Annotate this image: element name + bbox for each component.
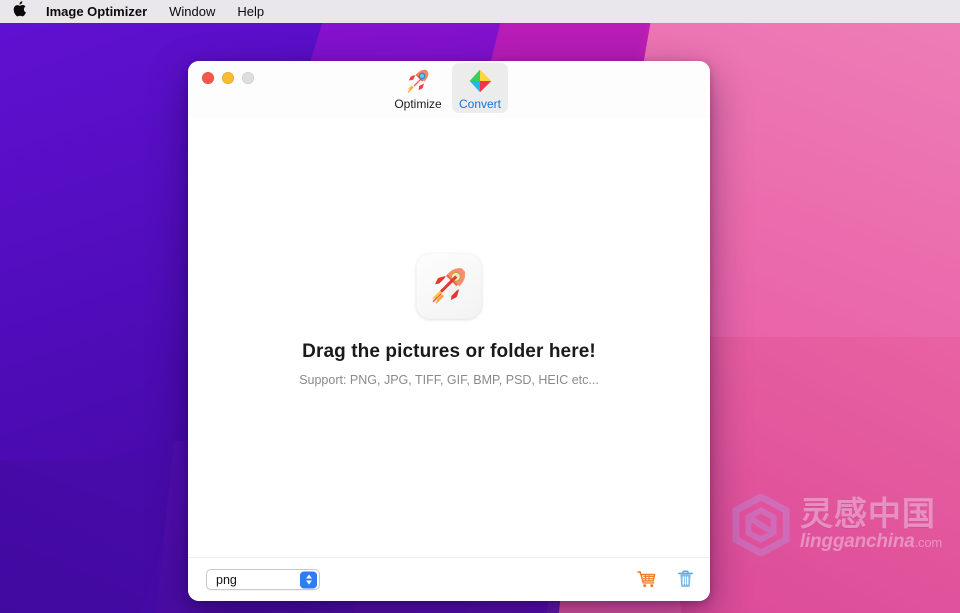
window-bottom-bar: png	[188, 557, 710, 601]
desktop: Image Optimizer Window Help 灵感中国 linggan…	[0, 0, 960, 613]
output-format-value: png	[216, 572, 237, 587]
trash-icon	[677, 570, 693, 587]
app-window: Optimize Convert Drag the pictures or fo…	[188, 61, 710, 601]
rocket-app-icon	[416, 252, 482, 319]
zoom-button[interactable]	[242, 72, 254, 84]
menu-item-help[interactable]: Help	[237, 0, 264, 23]
cart-icon	[636, 571, 655, 588]
tab-convert-label: Convert	[458, 97, 502, 111]
menu-item-app-name[interactable]: Image Optimizer	[46, 0, 147, 23]
chevron-down-icon	[305, 580, 312, 585]
toolbar-tabs: Optimize Convert	[390, 63, 508, 113]
drop-zone-title: Drag the pictures or folder here!	[302, 340, 596, 362]
cart-button[interactable]	[635, 569, 657, 591]
chevron-updown-icon[interactable]	[300, 571, 317, 588]
window-titlebar: Optimize Convert	[188, 61, 710, 118]
close-button[interactable]	[202, 72, 214, 84]
apple-menu-icon[interactable]	[13, 1, 26, 20]
tab-optimize-label: Optimize	[394, 97, 442, 111]
pinwheel-icon	[465, 66, 495, 96]
rocket-icon	[403, 66, 433, 96]
minimize-button[interactable]	[222, 72, 234, 84]
menu-bar: Image Optimizer Window Help	[0, 0, 960, 23]
drop-zone-subtitle: Support: PNG, JPG, TIFF, GIF, BMP, PSD, …	[299, 372, 599, 387]
tab-optimize[interactable]: Optimize	[390, 63, 446, 113]
menu-item-window[interactable]: Window	[169, 0, 215, 23]
drop-zone[interactable]: Drag the pictures or folder here! Suppor…	[188, 118, 710, 557]
window-controls	[202, 72, 254, 84]
output-format-select[interactable]: png	[206, 569, 320, 590]
bottom-bar-actions	[635, 569, 696, 591]
chevron-up-icon	[305, 574, 312, 579]
trash-button[interactable]	[674, 569, 696, 591]
tab-convert[interactable]: Convert	[452, 63, 508, 113]
